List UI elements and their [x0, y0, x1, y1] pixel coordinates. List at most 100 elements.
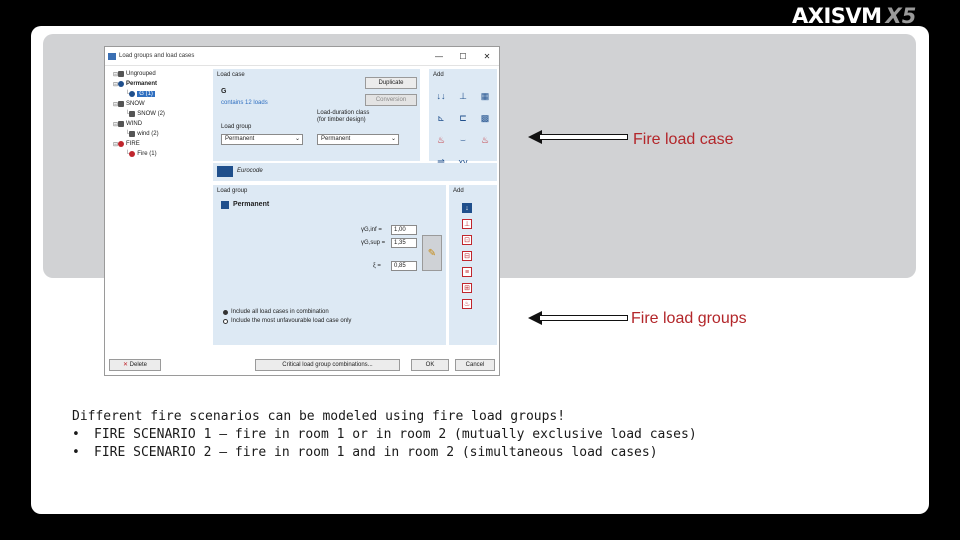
logo-main: AXISVM	[792, 4, 882, 28]
line-load-icon[interactable]: ⊾	[432, 109, 450, 127]
load-group-label: Load group	[221, 124, 252, 130]
load-group-icon	[118, 71, 125, 77]
deflection-icon[interactable]: ⌣	[454, 131, 472, 149]
chevron-down-icon: ⌄	[294, 136, 300, 142]
tree-item[interactable]: ⊟ Ungrouped	[109, 69, 209, 79]
arrow-shaft	[540, 134, 628, 140]
panel-load-icon[interactable]: ▩	[476, 109, 494, 127]
tree-item-label: Permanent	[126, 81, 158, 87]
load-group-icon	[129, 131, 136, 137]
tree-item[interactable]: └ SNOW (2)	[109, 109, 209, 119]
axisvm-logo: AXISVM X5	[792, 4, 932, 28]
close-icon[interactable]: ✕	[475, 52, 499, 61]
point-load-icon[interactable]: ↓↓	[432, 87, 450, 105]
gamma-sup-input[interactable]: 1,35	[391, 238, 417, 248]
gamma-sup-label: γG,sup =	[361, 240, 386, 246]
gamma-inf-input[interactable]: 1,00	[391, 225, 417, 235]
intro-text: Different fire scenarios can be modeled …	[72, 409, 566, 424]
duration-label-1: Load-duration class	[317, 110, 370, 116]
load-group-icon	[118, 101, 125, 107]
add2-title: Add	[453, 188, 464, 194]
conversion-button[interactable]: Conversion	[365, 94, 417, 106]
radio-all-load-cases[interactable]: Include all load cases in combination	[223, 309, 329, 315]
fire-load-icon[interactable]: ♨	[432, 131, 450, 149]
tree-item[interactable]: ⊟ SNOW	[109, 99, 209, 109]
tree-item-label: FIRE	[126, 141, 140, 147]
critical-combinations-button[interactable]: Critical load group combinations...	[255, 359, 400, 371]
ok-button[interactable]: OK	[411, 359, 449, 371]
fire-load-case-label: Fire load case	[633, 131, 734, 148]
delete-button[interactable]: ✕ Delete	[109, 359, 161, 371]
load-group-select[interactable]: Permanent ⌄	[221, 134, 303, 145]
tree-item[interactable]: ⊟ Permanent	[109, 79, 209, 89]
wind-group-add-icon[interactable]: ≡	[462, 267, 472, 277]
permanent-group-icon	[221, 201, 229, 209]
code-strip: Eurocode	[213, 163, 497, 181]
minimize-icon[interactable]: —	[427, 52, 451, 61]
duration-select[interactable]: Permanent ⌄	[317, 134, 399, 145]
bullet-glyph: •	[72, 427, 80, 442]
maximize-icon[interactable]: ☐	[451, 52, 475, 61]
load-group-select-value: Permanent	[225, 136, 255, 142]
load-case-contains: contains 12 loads	[221, 100, 268, 106]
load-groups-dialog: Load groups and load cases — ☐ ✕ ⊟ Ungro…	[104, 46, 500, 376]
load-case-panel: Load case G contains 12 loads Duplicate …	[213, 69, 420, 161]
dialog-title: Load groups and load cases	[119, 53, 195, 59]
add-title: Add	[433, 72, 444, 78]
load-group-panel: Load group Permanent γG,inf = 1,00 γG,su…	[213, 185, 446, 345]
bullet-item-2: • FIRE SCENARIO 2 – fire in room 1 and in…	[72, 444, 697, 462]
chevron-down-icon: ⌄	[390, 136, 396, 142]
node-load-icon[interactable]: ⊥	[454, 87, 472, 105]
tree-item[interactable]: └ G (1)	[109, 89, 209, 99]
load-group-name: Permanent	[233, 201, 270, 208]
bullet-1-text: FIRE SCENARIO 1 – fire in room 1 or in r…	[94, 427, 697, 442]
duration-select-value: Permanent	[321, 136, 351, 142]
tree-item-label: WIND	[126, 121, 143, 127]
flame-icon[interactable]: ♨	[476, 131, 494, 149]
tree-item-label: wind (2)	[137, 131, 159, 137]
duration-label-2: (for timber design)	[317, 117, 366, 123]
bullet-item-1: • FIRE SCENARIO 1 – fire in room 1 or in …	[72, 426, 697, 444]
load-case-name: G	[221, 88, 227, 95]
variable-group-add-icon[interactable]: ⊥	[462, 219, 472, 229]
bullet-glyph: •	[72, 445, 80, 460]
slide-body-text: Different fire scenarios can be modeled …	[72, 408, 697, 462]
load-group-icon	[118, 81, 125, 87]
code-label: Eurocode	[237, 168, 263, 174]
tree-item[interactable]: └ wind (2)	[109, 129, 209, 139]
cancel-button[interactable]: Cancel	[455, 359, 495, 371]
delete-label: Delete	[129, 362, 148, 368]
add-load-panel: Add ↓↓ ⊥ ▦ ⊾ ⊏ ▩ ♨ ⌣ ♨ ⇌ xy	[429, 69, 497, 167]
add-group-column: ↓ ⊥ ⊡ ⊟ ≡ ⊞ ♨	[462, 203, 472, 309]
duplicate-button[interactable]: Duplicate	[365, 77, 417, 89]
edit-factors-icon[interactable]: ✎	[422, 235, 442, 271]
fire-group-add-icon[interactable]: ♨	[462, 299, 472, 309]
tree-item[interactable]: ⊟ FIRE	[109, 139, 209, 149]
xi-input[interactable]: 0,85	[391, 261, 417, 271]
fire-load-groups-label: Fire load groups	[631, 310, 747, 327]
load-group-icon	[129, 151, 136, 157]
radio-empty-icon	[223, 318, 228, 324]
gamma-inf-label: γG,inf =	[361, 227, 382, 233]
logo-version: X5	[885, 4, 917, 28]
app-icon	[108, 52, 116, 60]
delete-icon: ✕	[122, 362, 130, 368]
tree-item-label: SNOW (2)	[137, 111, 165, 117]
radio-all-label: Include all load cases in combination	[231, 309, 329, 315]
arrow-shaft	[540, 315, 628, 321]
load-group-icon	[129, 111, 136, 117]
surface-load-icon[interactable]: ▦	[476, 87, 494, 105]
tree-item-label: G (1)	[137, 91, 155, 97]
load-group-tree[interactable]: ⊟ Ungrouped ⊟ Permanent └ G (1) ⊟ SNOW └ SNO…	[109, 69, 209, 369]
accidental-group-add-icon[interactable]: ⊡	[462, 235, 472, 245]
permanent-group-add-icon[interactable]: ↓	[462, 203, 472, 213]
dialog-titlebar: Load groups and load cases — ☐ ✕	[105, 47, 499, 66]
xi-label: ξ =	[373, 263, 381, 269]
bullet-2-text: FIRE SCENARIO 2 – fire in room 1 and in …	[94, 445, 658, 460]
tree-item[interactable]: └ Fire (1)	[109, 149, 209, 159]
snow-group-add-icon[interactable]: ⊟	[462, 251, 472, 261]
tree-item[interactable]: ⊟ WIND	[109, 119, 209, 129]
radio-most-unfavourable[interactable]: Include the most unfavourable load case …	[223, 318, 351, 324]
distributed-load-icon[interactable]: ⊏	[454, 109, 472, 127]
seismic-group-add-icon[interactable]: ⊞	[462, 283, 472, 293]
